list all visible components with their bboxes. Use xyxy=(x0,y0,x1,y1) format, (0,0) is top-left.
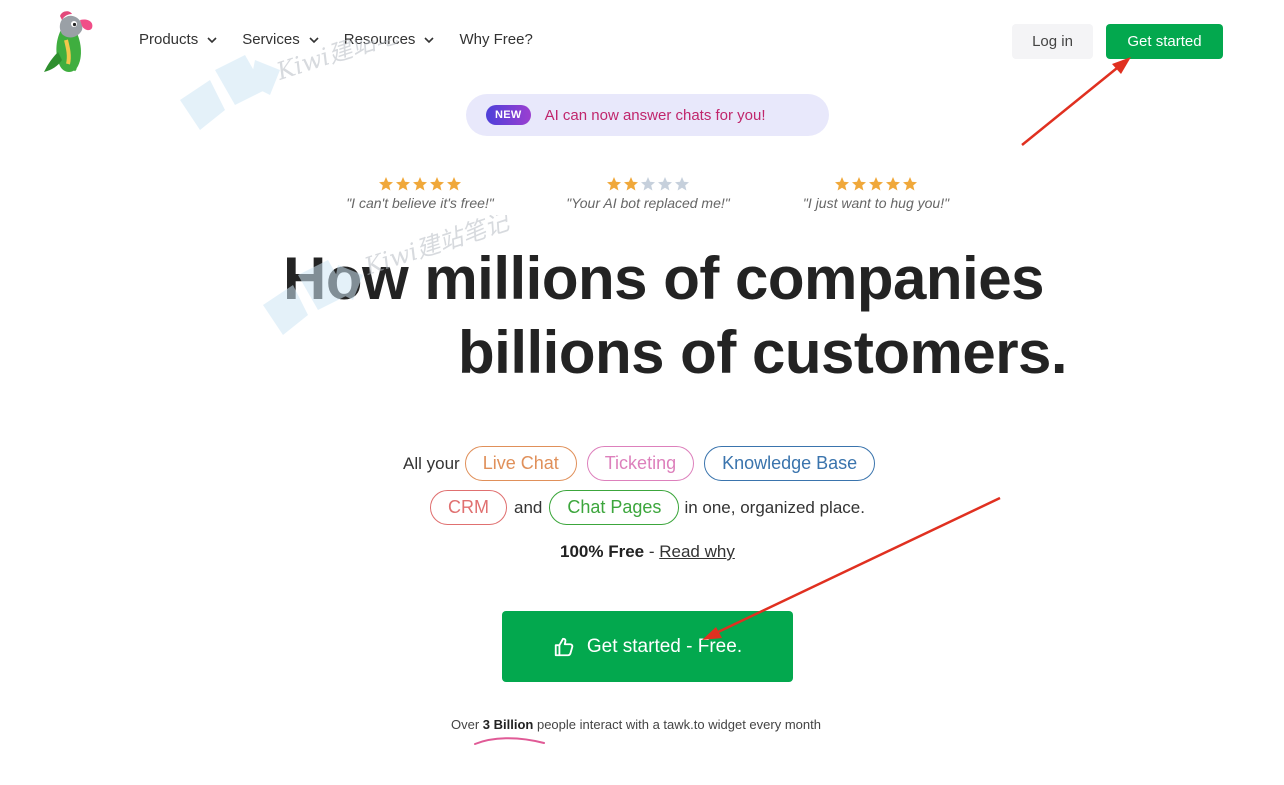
chevron-down-icon xyxy=(207,36,217,43)
chevron-down-icon xyxy=(309,36,319,43)
chat-pages-pill[interactable]: Chat Pages xyxy=(549,490,680,525)
features-and: and xyxy=(514,497,543,517)
nav-services[interactable]: Services xyxy=(242,31,320,48)
annotation-arrow-line xyxy=(1021,63,1123,146)
review-3: "I just want to hug you!" xyxy=(798,176,954,211)
review-2: "Your AI bot replaced me!" xyxy=(562,176,734,211)
crm-pill[interactable]: CRM xyxy=(430,490,507,525)
star-filled-icon xyxy=(903,177,917,191)
underline-squiggle-icon xyxy=(474,737,545,745)
main-cta-label: Get started - Free. xyxy=(586,635,743,657)
nav-resources[interactable]: Resources xyxy=(344,31,436,48)
knowledge-base-pill[interactable]: Knowledge Base xyxy=(704,446,876,481)
star-filled-icon xyxy=(852,177,866,191)
star-empty-icon xyxy=(675,177,689,191)
free-label: 100% Free xyxy=(560,542,645,561)
review-1: "I can't believe it's free!" xyxy=(342,176,498,211)
nav-products-label: Products xyxy=(139,31,199,48)
free-line: 100% Free - Read why xyxy=(560,542,735,562)
thumbs-up-icon xyxy=(554,637,574,656)
hero-headline-line-2: billions of customers. xyxy=(458,319,1068,386)
star-filled-icon xyxy=(379,177,393,191)
announcement-banner[interactable]: NEW AI can now answer chats for you! xyxy=(466,94,829,136)
star-filled-icon xyxy=(430,177,444,191)
features-prefix: All your xyxy=(403,453,460,473)
star-filled-icon xyxy=(396,177,410,191)
star-rating xyxy=(562,176,734,192)
star-empty-icon xyxy=(641,177,655,191)
announcement-text: AI can now answer chats for you! xyxy=(544,106,766,124)
review-quote: "I can't believe it's free!" xyxy=(346,195,494,211)
nav-why-free[interactable]: Why Free? xyxy=(459,31,532,48)
tawk-logo[interactable] xyxy=(40,8,106,76)
login-button[interactable]: Log in xyxy=(1012,24,1093,59)
star-rating xyxy=(342,176,498,192)
star-filled-icon xyxy=(835,177,849,191)
header-get-started-button[interactable]: Get started xyxy=(1106,24,1223,59)
features-row-2: CRM and Chat Pages in one, organized pla… xyxy=(425,490,865,525)
ticketing-pill[interactable]: Ticketing xyxy=(586,446,695,481)
nav-why-free-label: Why Free? xyxy=(459,31,533,48)
watermark-top: Kiwi建站笔记 xyxy=(180,40,427,130)
chevron-down-icon xyxy=(424,36,435,43)
usage-stat: Over 3 Billion people interact with a ta… xyxy=(451,717,821,732)
nav-resources-label: Resources xyxy=(343,31,416,48)
features-row-1: All your Live Chat Ticketing Knowledge B… xyxy=(403,446,880,481)
star-filled-icon xyxy=(886,177,900,191)
nav-services-label: Services xyxy=(242,31,300,48)
star-filled-icon xyxy=(413,177,427,191)
star-filled-icon xyxy=(607,177,621,191)
star-filled-icon xyxy=(447,177,461,191)
new-badge: NEW xyxy=(486,105,531,125)
star-rating xyxy=(798,176,954,192)
stat-bold: 3 Billion xyxy=(482,717,534,732)
stat-pre: Over xyxy=(451,717,483,732)
review-quote: "I just want to hug you!" xyxy=(802,195,950,211)
main-nav: Products Services Resources Why Free? xyxy=(139,31,557,48)
star-filled-icon xyxy=(624,177,638,191)
nav-products[interactable]: Products xyxy=(139,31,218,48)
hero-headline-line-1: How millions of companies xyxy=(283,245,1044,312)
main-get-started-button[interactable]: Get started - Free. xyxy=(502,611,793,682)
annotation-arrowhead xyxy=(1112,57,1131,74)
read-why-link[interactable]: Read why xyxy=(659,542,735,561)
live-chat-pill[interactable]: Live Chat xyxy=(464,446,577,481)
free-separator: - xyxy=(644,542,660,561)
star-filled-icon xyxy=(869,177,883,191)
review-quote: "Your AI bot replaced me!" xyxy=(566,195,730,211)
parrot-logo-icon xyxy=(44,11,93,72)
features-suffix: in one, organized place. xyxy=(684,497,865,517)
star-empty-icon xyxy=(658,177,672,191)
stat-post: people interact with a tawk.to widget ev… xyxy=(533,717,821,732)
